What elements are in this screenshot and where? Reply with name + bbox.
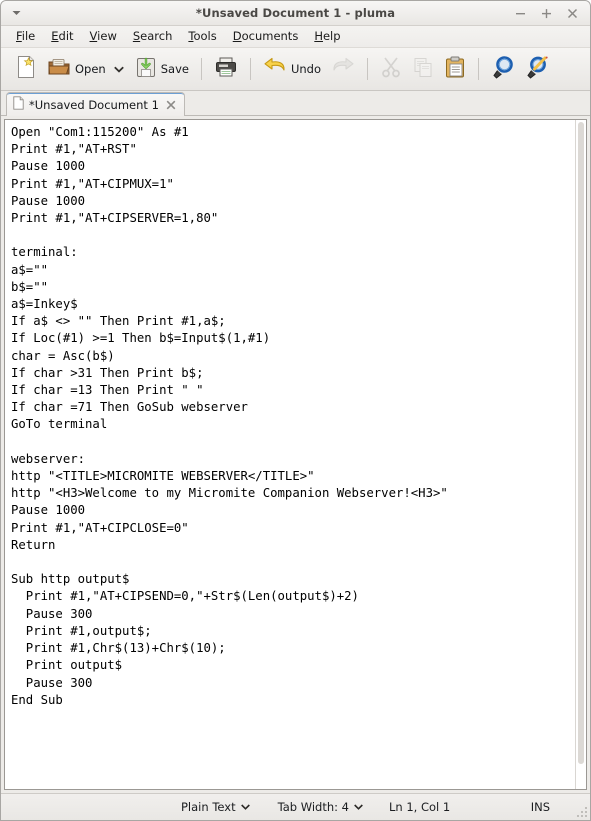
find-button[interactable] <box>486 52 520 86</box>
toolbar-separator <box>367 58 368 80</box>
editor-area: Open "Com1:115200" As #1 Print #1,"AT+RS… <box>1 116 590 793</box>
resize-grip[interactable] <box>575 805 587 817</box>
open-dropdown-chevron-down-icon[interactable] <box>111 66 130 73</box>
copy-button <box>407 52 439 86</box>
menu-label: ools <box>193 28 217 43</box>
save-button-label: Save <box>160 62 189 76</box>
menu-item-search[interactable]: Search <box>125 29 181 45</box>
vertical-scrollbar-thumb[interactable] <box>578 122 584 765</box>
window-controls <box>514 7 582 20</box>
menu-item-view[interactable]: View <box>82 29 125 45</box>
save-button[interactable]: Save <box>130 52 194 86</box>
minimize-button[interactable] <box>514 7 527 20</box>
menu-item-edit[interactable]: Edit <box>43 29 81 45</box>
vertical-scrollbar[interactable] <box>575 120 586 789</box>
menu-label: dit <box>58 28 74 43</box>
menu-bar: File Edit View Search Tools Documents He… <box>1 26 590 48</box>
clipboard-paste-icon <box>444 56 466 83</box>
menu-mnemonic: H <box>314 28 323 43</box>
redo-button <box>326 52 360 86</box>
magnifier-replace-icon <box>525 55 549 83</box>
window-menu-chevron-down-icon[interactable] <box>9 6 23 20</box>
menu-label: earch <box>140 28 173 43</box>
tab-close-icon[interactable] <box>166 99 177 110</box>
language-selector[interactable]: Plain Text <box>181 800 250 814</box>
menu-label: iew <box>97 28 117 43</box>
redo-arrow-icon <box>331 57 355 81</box>
tab-width-label: Tab Width: 4 <box>277 800 349 814</box>
menu-label: elp <box>322 28 341 43</box>
cursor-position-label: Ln 1, Col 1 <box>388 800 451 814</box>
text-view-frame: Open "Com1:115200" As #1 Print #1,"AT+RS… <box>4 119 587 790</box>
tab-bar: *Unsaved Document 1 <box>1 91 590 116</box>
menu-label: ile <box>21 28 36 43</box>
undo-button-label: Undo <box>290 62 321 76</box>
open-folder-icon <box>47 56 71 82</box>
menu-item-file[interactable]: File <box>8 29 43 45</box>
scissors-icon <box>380 56 402 82</box>
magnifier-search-icon <box>491 55 515 83</box>
language-label: Plain Text <box>181 800 236 814</box>
status-bar: Plain Text Tab Width: 4 Ln 1, Col 1 INS <box>1 793 590 820</box>
menu-mnemonic: E <box>51 28 59 43</box>
source-code-text[interactable]: Open "Com1:115200" As #1 Print #1,"AT+RS… <box>5 120 575 789</box>
tab-unsaved-document-1[interactable]: *Unsaved Document 1 <box>6 92 185 116</box>
menu-item-documents[interactable]: Documents <box>225 29 307 45</box>
maximize-button[interactable] <box>540 7 553 20</box>
pluma-window: *Unsaved Document 1 - pluma File Edit Vi… <box>0 0 591 821</box>
tab-width-chevron-down-icon <box>354 803 363 812</box>
copy-icon <box>412 56 434 82</box>
paste-button[interactable] <box>439 52 471 86</box>
toolbar-separator <box>200 58 202 80</box>
replace-button[interactable] <box>520 52 554 86</box>
tab-width-selector[interactable]: Tab Width: 4 <box>278 800 363 814</box>
open-button[interactable]: Open <box>42 52 111 86</box>
window-title: *Unsaved Document 1 - pluma <box>195 6 396 20</box>
save-disk-icon <box>135 56 157 83</box>
cut-button <box>375 52 407 86</box>
open-button-label: Open <box>75 62 106 76</box>
language-chevron-down-icon <box>240 803 250 812</box>
document-icon <box>13 95 24 114</box>
menu-item-tools[interactable]: Tools <box>180 29 224 45</box>
new-document-icon <box>15 55 37 83</box>
undo-arrow-icon <box>263 57 287 81</box>
print-button[interactable] <box>209 52 243 86</box>
printer-icon <box>214 56 238 82</box>
menu-mnemonic: D <box>232 28 242 43</box>
menu-item-help[interactable]: Help <box>306 29 348 45</box>
toolbar-separator <box>478 58 479 80</box>
undo-button[interactable]: Undo <box>258 52 326 86</box>
new-document-button[interactable] <box>10 52 42 86</box>
toolbar-separator <box>249 58 251 80</box>
toolbar: Open Save Undo <box>1 48 590 91</box>
tab-title: *Unsaved Document 1 <box>29 97 159 112</box>
insert-mode-label: INS <box>530 800 550 814</box>
menu-label: ocuments <box>241 28 299 43</box>
close-button[interactable] <box>566 7 579 20</box>
title-bar: *Unsaved Document 1 - pluma <box>1 1 590 26</box>
